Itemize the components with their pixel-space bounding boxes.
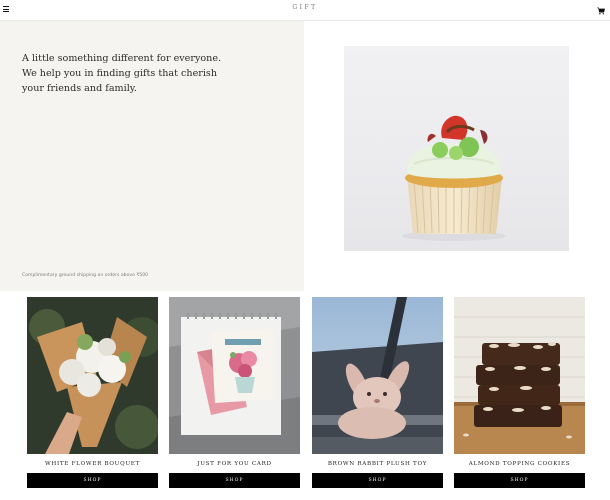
hero-tagline: A little something different for everyon… xyxy=(22,51,282,96)
shop-button[interactable]: SHOP xyxy=(454,473,585,488)
brand-logo[interactable]: GIFT xyxy=(0,4,610,11)
hero-tagline-line: A little something different for everyon… xyxy=(22,53,222,64)
cupcake-image xyxy=(344,46,569,251)
shop-button[interactable]: SHOP xyxy=(27,473,158,488)
product-card: JUST FOR YOU CARD SHOP xyxy=(169,297,300,488)
white-flower-bouquet-image[interactable] xyxy=(27,297,158,454)
almond-cookies-image[interactable] xyxy=(454,297,585,454)
shop-button[interactable]: SHOP xyxy=(312,473,443,488)
hero-tagline-line: We help you in finding gifts that cheris… xyxy=(22,68,218,79)
brown-rabbit-plush-image[interactable] xyxy=(312,297,443,454)
product-card: WHITE FLOWER BOUQUET SHOP xyxy=(27,297,158,488)
hero-image-panel xyxy=(304,21,610,291)
product-card: ALMOND TOPPING COOKIES SHOP xyxy=(454,297,585,488)
just-for-you-card-image[interactable] xyxy=(169,297,300,454)
product-card: BROWN RABBIT PLUSH TOY SHOP xyxy=(312,297,443,488)
shop-button[interactable]: SHOP xyxy=(169,473,300,488)
product-name: JUST FOR YOU CARD xyxy=(197,461,272,467)
shipping-note: Complimentary ground shipping on orders … xyxy=(22,273,149,278)
product-name: BROWN RABBIT PLUSH TOY xyxy=(327,461,428,467)
cart-icon[interactable] xyxy=(597,7,605,15)
site-header: GIFT xyxy=(0,0,610,21)
hero-tagline-line: your friends and family. xyxy=(22,83,137,94)
hero-text-panel: A little something different for everyon… xyxy=(0,21,304,291)
product-name: WHITE FLOWER BOUQUET xyxy=(44,461,141,467)
product-name: ALMOND TOPPING COOKIES xyxy=(468,461,571,467)
